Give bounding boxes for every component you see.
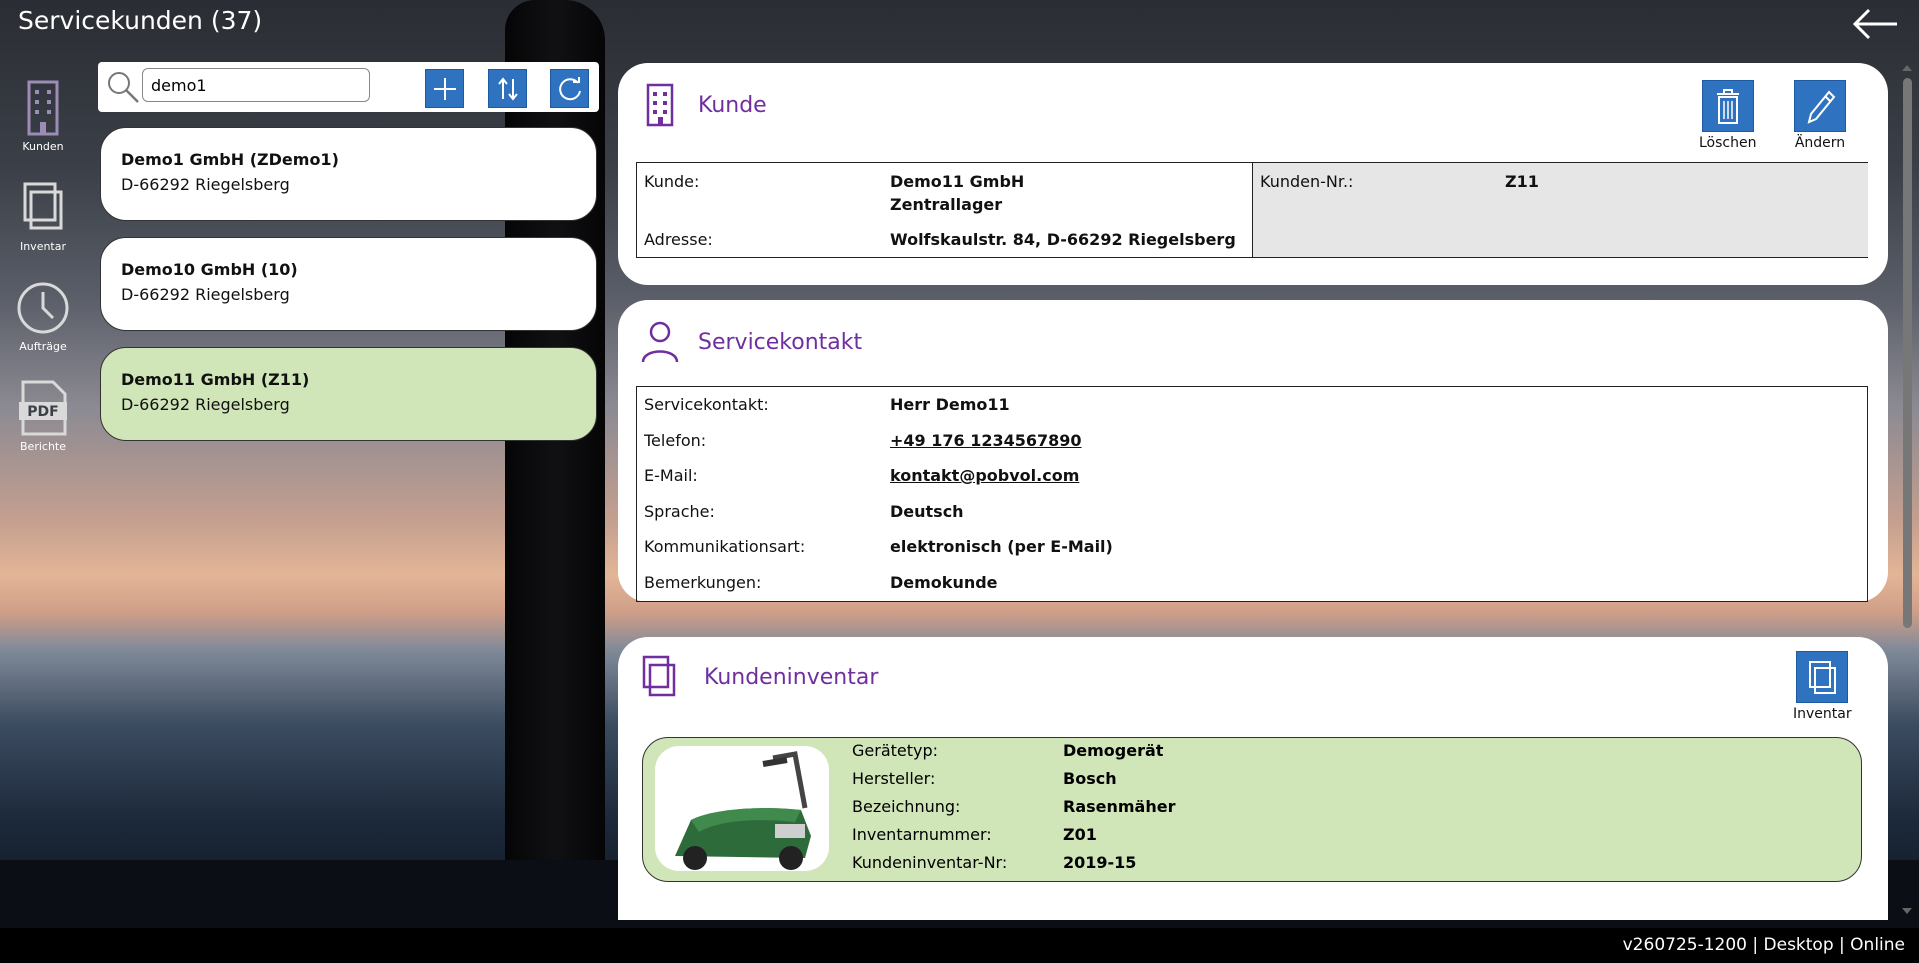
customer-inventory-number-label: Kundeninventar-Nr: (852, 853, 1008, 872)
inventory-number-value: Z01 (1063, 825, 1097, 844)
nav-item-kunden[interactable]: Kunden (8, 78, 78, 178)
designation-label: Bezeichnung: (852, 797, 961, 816)
pencil-icon (1807, 90, 1836, 124)
address-label: Adresse: (644, 230, 713, 249)
email-link[interactable]: kontakt@pobvol.com (890, 466, 1079, 485)
refresh-button[interactable] (550, 69, 589, 108)
contact-label: Servicekontakt: (644, 395, 769, 414)
svg-text:PDF: PDF (27, 404, 58, 420)
phone-label: Telefon: (644, 431, 707, 450)
nav-label: Inventar (19, 240, 67, 253)
page-title: Servicekunden (37) (18, 6, 263, 35)
customer-value-line2: Zentrallager (890, 195, 1003, 214)
building-icon (27, 80, 59, 136)
copy-icon (1809, 661, 1837, 694)
customer-number-value: Z11 (1505, 172, 1539, 191)
inventory-panel: Kundeninventar Inventar Gerätetyp: Demog… (618, 637, 1888, 920)
customer-label: Kunde: (644, 172, 700, 191)
nav-item-auftraege[interactable]: Aufträge (8, 278, 78, 378)
customer-name: Demo1 GmbH (ZDemo1) (121, 150, 339, 169)
panel-title: Kundeninventar (704, 664, 879, 690)
email-label: E-Mail: (644, 466, 698, 485)
device-type-label: Gerätetyp: (852, 741, 939, 760)
search-toolbar (98, 62, 599, 112)
scrollbar[interactable] (1899, 62, 1915, 917)
building-icon (646, 83, 674, 127)
customer-list-item[interactable]: Demo1 GmbH (ZDemo1) D-66292 Riegelsberg (100, 127, 597, 221)
designation-value: Rasenmäher (1063, 797, 1176, 816)
customer-number-label: Kunden-Nr.: (1260, 172, 1354, 191)
nav-label: Aufträge (19, 340, 67, 353)
search-icon (108, 72, 139, 103)
sort-icon (497, 76, 518, 101)
edit-label: Ändern (1794, 135, 1846, 151)
contact-info-table: Servicekontakt: Herr Demo11 Telefon: +49… (636, 386, 1868, 602)
inventory-number-label: Inventarnummer: (852, 825, 992, 844)
address-value: Wolfskaulstr. 84, D-66292 Riegelsberg (890, 230, 1236, 249)
back-arrow-icon[interactable] (1849, 6, 1901, 42)
plus-icon (433, 77, 456, 100)
device-type-value: Demogerät (1063, 741, 1164, 760)
inventory-item-image (655, 746, 829, 871)
language-label: Sprache: (644, 502, 715, 521)
contact-value: Herr Demo11 (890, 395, 1010, 414)
panel-title: Servicekontakt (698, 329, 863, 355)
customer-address: D-66292 Riegelsberg (121, 395, 290, 414)
copy-icon (23, 182, 63, 230)
customer-address: D-66292 Riegelsberg (121, 175, 290, 194)
customer-name: Demo10 GmbH (10) (121, 260, 298, 279)
nav-label: Kunden (22, 140, 64, 153)
manufacturer-value: Bosch (1063, 769, 1117, 788)
refresh-icon (558, 76, 581, 100)
nav-item-inventar[interactable]: Inventar (8, 178, 78, 278)
customer-address: D-66292 Riegelsberg (121, 285, 290, 304)
inventory-item-card[interactable]: Gerätetyp: Demogerät Hersteller: Bosch B… (642, 737, 1862, 882)
remarks-value: Demokunde (890, 573, 998, 592)
customer-list-item-selected[interactable]: Demo11 GmbH (Z11) D-66292 Riegelsberg (100, 347, 597, 441)
delete-label: Löschen (1699, 135, 1757, 151)
nav-label: Berichte (20, 440, 66, 453)
customer-name: Demo11 GmbH (Z11) (121, 370, 310, 389)
language-value: Deutsch (890, 502, 964, 521)
manufacturer-label: Hersteller: (852, 769, 936, 788)
scroll-up-icon[interactable] (1899, 62, 1915, 74)
panel-title: Kunde (698, 92, 767, 118)
person-icon (641, 321, 679, 363)
customer-value: Demo11 GmbH (890, 172, 1025, 191)
trash-icon (1716, 89, 1739, 124)
communication-label: Kommunikationsart: (644, 537, 806, 556)
communication-value: elektronisch (per E-Mail) (890, 537, 1113, 556)
customer-info-table: Kunde: Demo11 GmbH Zentrallager Adresse:… (636, 162, 1868, 258)
scroll-thumb[interactable] (1903, 78, 1912, 628)
customer-inventory-number-value: 2019-15 (1063, 853, 1137, 872)
service-contact-panel: Servicekontakt Servicekontakt: Herr Demo… (618, 300, 1888, 602)
copy-icon (642, 655, 676, 697)
side-nav: Kunden Inventar Aufträge PDF Berichte (8, 78, 78, 478)
sort-button[interactable] (488, 69, 527, 108)
phone-link[interactable]: +49 176 1234567890 (890, 431, 1082, 450)
clock-icon (17, 282, 69, 334)
customer-panel: Kunde Löschen Ändern Kunde: Demo11 GmbH … (618, 63, 1888, 285)
pdf-icon: PDF (19, 380, 67, 436)
edit-button[interactable]: Ändern (1794, 80, 1846, 151)
add-button[interactable] (425, 69, 464, 108)
customer-list-item[interactable]: Demo10 GmbH (10) D-66292 Riegelsberg (100, 237, 597, 331)
inventory-button-label: Inventar (1793, 706, 1852, 722)
remarks-label: Bemerkungen: (644, 573, 762, 592)
inventory-button[interactable]: Inventar (1793, 651, 1852, 722)
delete-button[interactable]: Löschen (1699, 80, 1756, 151)
nav-item-berichte[interactable]: PDF Berichte (8, 378, 78, 478)
lawnmower-icon (675, 751, 811, 870)
search-input[interactable] (142, 68, 370, 102)
scroll-down-icon[interactable] (1899, 905, 1915, 917)
status-bar: v260725-1200 | Desktop | Online (0, 928, 1919, 963)
